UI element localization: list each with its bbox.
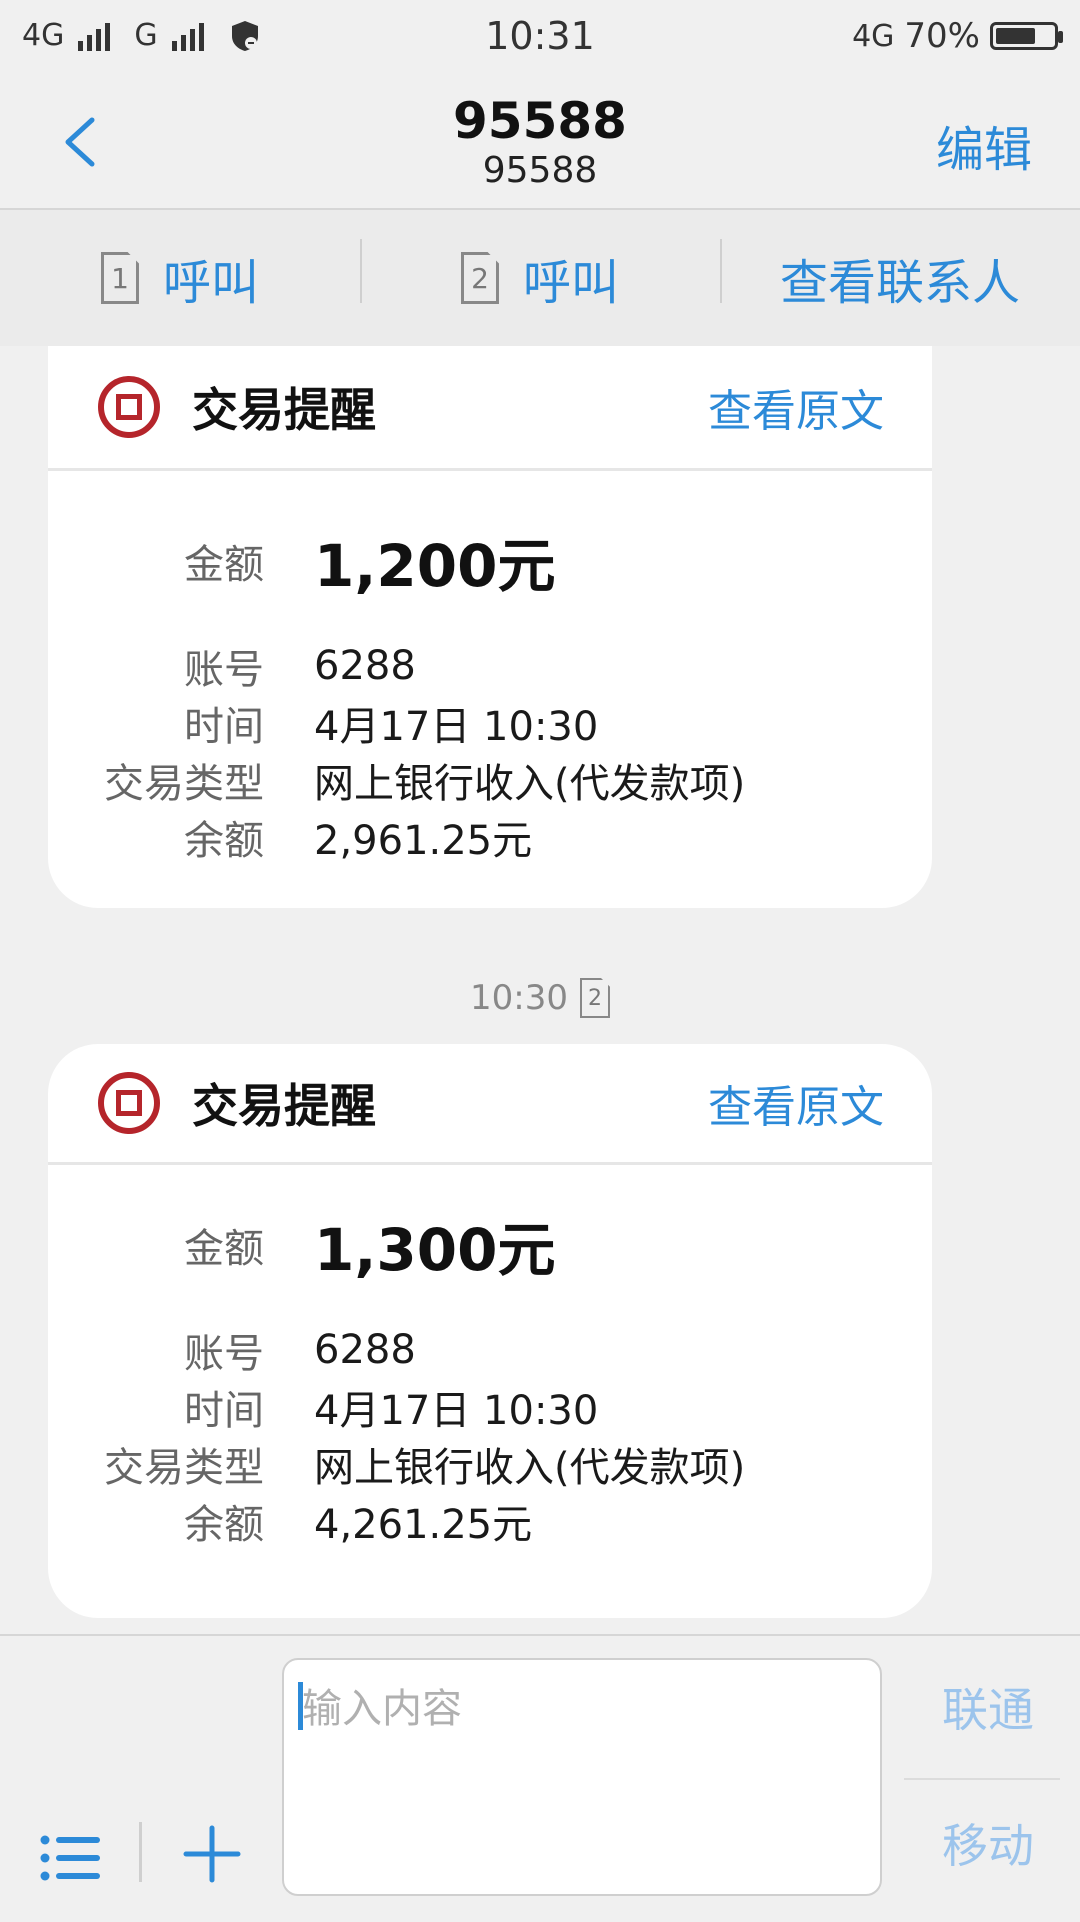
amount-label: 金额 <box>184 542 264 588</box>
balance-value: 4,261.25元 <box>314 1502 533 1548</box>
type-row: 交易类型 网上银行收入(代发款项) <box>48 751 932 809</box>
send-sim1-button[interactable]: 联通 <box>942 1674 1034 1740</box>
call-sim1-button[interactable]: 1 呼叫 <box>0 243 360 313</box>
time-row: 时间 4月17日 10:30 <box>48 1378 932 1436</box>
bank-logo-icon <box>98 376 160 438</box>
call-sim2-button[interactable]: 2 呼叫 <box>360 239 720 313</box>
divider <box>139 1822 142 1882</box>
card-header: 交易提醒 查看原文 <box>48 346 932 471</box>
conversation-header: 95588 95588 编辑 <box>0 76 1080 210</box>
account-row: 账号 6288 <box>48 1321 932 1379</box>
amount-value: 1,200元 <box>314 532 556 600</box>
battery-percent: 70% <box>904 16 980 56</box>
type-label: 交易类型 <box>104 1445 264 1491</box>
account-value: 6288 <box>314 643 416 689</box>
amount-row: 金额 1,200元 <box>48 519 932 603</box>
battery-icon <box>990 22 1063 50</box>
time-value: 4月17日 10:30 <box>314 704 599 750</box>
type-label: 交易类型 <box>104 761 264 807</box>
battery-fill <box>996 28 1035 44</box>
balance-value: 2,961.25元 <box>314 818 533 864</box>
account-row: 账号 6288 <box>48 637 932 695</box>
edit-button[interactable]: 编辑 <box>936 110 1032 180</box>
page-subtitle: 95588 <box>482 150 598 191</box>
send-sim2-button[interactable]: 移动 <box>942 1810 1034 1876</box>
balance-label: 余额 <box>184 1502 264 1548</box>
amount-row: 金额 1,300元 <box>48 1203 932 1287</box>
transaction-card: 交易提醒 查看原文 金额 1,200元 账号 6288 时间 4月17日 10:… <box>48 346 932 908</box>
status-right: 4G 70% <box>852 16 1063 56</box>
view-contact-label: 查看联系人 <box>779 255 1020 311</box>
type-value: 网上银行收入(代发款项) <box>314 761 746 807</box>
transaction-card: 交易提醒 查看原文 金额 1,300元 账号 6288 时间 4月17日 10:… <box>48 1044 932 1618</box>
call-sim2-label: 呼叫 <box>522 255 619 311</box>
card-title: 交易提醒 <box>192 383 376 437</box>
time-row: 时间 4月17日 10:30 <box>48 694 932 752</box>
sim-card-icon: 2 <box>460 252 499 304</box>
message-input[interactable]: 输入内容 <box>282 1658 882 1896</box>
plus-icon[interactable] <box>182 1824 242 1884</box>
card-header: 交易提醒 查看原文 <box>48 1044 932 1165</box>
bank-logo-icon <box>98 1072 160 1134</box>
account-value: 6288 <box>314 1327 416 1373</box>
view-original-button[interactable]: 查看原文 <box>708 375 884 439</box>
amount-label: 金额 <box>184 1226 264 1272</box>
time-label: 时间 <box>184 704 264 750</box>
contact-actions-bar: 1 呼叫 2 呼叫 查看联系人 <box>0 210 1080 346</box>
status-bar: 4G G 10:31 4G 70% <box>0 0 1080 76</box>
balance-label: 余额 <box>184 818 264 864</box>
sim-card-icon: 2 <box>579 978 610 1018</box>
call-sim1-label: 呼叫 <box>162 255 259 311</box>
type-row: 交易类型 网上银行收入(代发款项) <box>48 1435 932 1493</box>
message-timestamp: 10:30 2 <box>0 978 1080 1018</box>
account-label: 账号 <box>184 647 264 693</box>
message-input-placeholder: 输入内容 <box>302 1686 462 1732</box>
balance-row: 余额 4,261.25元 <box>48 1492 932 1550</box>
account-label: 账号 <box>184 1331 264 1377</box>
data-network-label: 4G <box>852 18 895 54</box>
page-title: 95588 <box>453 92 627 150</box>
menu-list-icon[interactable] <box>40 1832 102 1884</box>
time-label: 时间 <box>184 1388 264 1434</box>
composer-bar: 输入内容 联通 移动 <box>0 1634 1080 1922</box>
time-value: 4月17日 10:30 <box>314 1388 599 1434</box>
timestamp-text: 10:30 <box>470 978 568 1018</box>
card-title: 交易提醒 <box>192 1079 376 1133</box>
view-original-button[interactable]: 查看原文 <box>708 1071 884 1135</box>
balance-row: 余额 2,961.25元 <box>48 808 932 866</box>
divider <box>904 1778 1060 1780</box>
type-value: 网上银行收入(代发款项) <box>314 1445 746 1491</box>
sim-card-icon: 1 <box>100 252 139 304</box>
view-contact-button[interactable]: 查看联系人 <box>720 239 1080 313</box>
amount-value: 1,300元 <box>314 1216 556 1284</box>
